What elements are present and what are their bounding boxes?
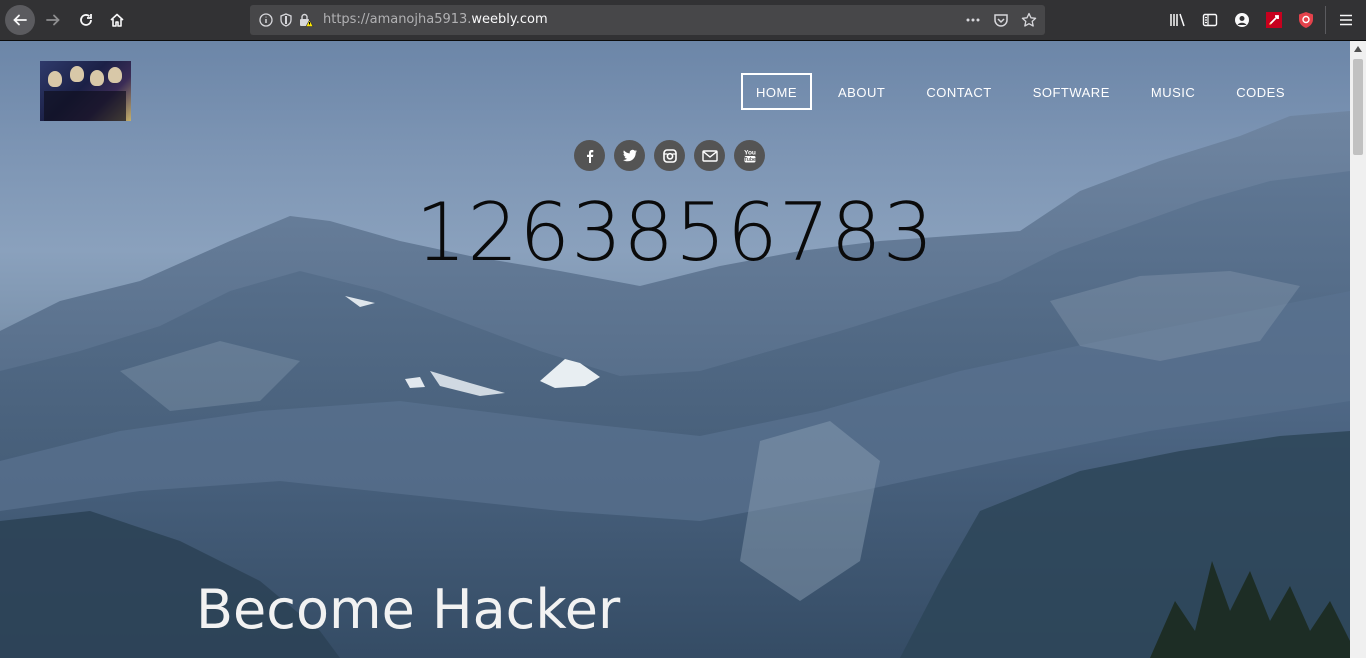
ublock-icon [1299,12,1313,28]
instagram-icon[interactable] [654,140,685,171]
mountain-background-image [0,111,1350,658]
back-button[interactable] [5,5,35,35]
info-icon[interactable] [258,12,274,28]
tracking-shield-icon[interactable] [278,12,294,28]
forward-button[interactable] [38,5,68,35]
home-button[interactable] [102,5,132,35]
page-viewport: HOME ABOUT CONTACT SOFTWARE MUSIC CODES … [0,41,1350,658]
nav-contact[interactable]: CONTACT [911,73,1006,110]
nav-music[interactable]: MUSIC [1136,73,1210,110]
nav-codes[interactable]: CODES [1221,73,1300,110]
hero-title: Become Hacker [196,578,621,641]
twitter-icon[interactable] [614,140,645,171]
svg-text:Tube: Tube [744,157,756,163]
nav-home[interactable]: HOME [741,73,813,110]
sidebar-icon [1202,13,1218,27]
menu-button[interactable] [1331,5,1361,35]
social-links: You Tube [574,140,765,171]
reload-button[interactable] [71,5,101,35]
url-bar[interactable]: https://amanojha5913.weebly.com [250,5,1045,35]
scroll-up-arrow-icon[interactable] [1350,41,1366,57]
page-scrollbar[interactable] [1350,41,1366,658]
extension-icon [1266,12,1282,28]
ublock-button[interactable] [1291,5,1321,35]
library-icon [1170,13,1185,27]
facebook-icon[interactable] [574,140,605,171]
url-prefix: https://amanojha5913. [323,12,472,27]
account-button[interactable] [1227,5,1257,35]
site-logo-photo[interactable] [40,61,131,121]
visitor-counter: 1263856783 [415,186,935,279]
site-nav: HOME ABOUT CONTACT SOFTWARE MUSIC CODES [730,73,1300,110]
reload-icon [80,14,92,26]
insecure-lock-icon[interactable] [298,12,314,28]
library-button[interactable] [1163,5,1193,35]
account-icon [1235,13,1249,27]
pocket-icon[interactable] [993,12,1009,28]
toolbar-separator [1325,6,1326,34]
browser-toolbar: https://amanojha5913.weebly.com [0,0,1366,41]
url-host: weebly.com [471,12,548,27]
youtube-icon[interactable]: You Tube [734,140,765,171]
url-text: https://amanojha5913.weebly.com [323,12,548,27]
svg-text:You: You [744,149,756,156]
page-actions-icon[interactable] [965,12,981,28]
scroll-thumb[interactable] [1353,59,1363,155]
mail-icon[interactable] [694,140,725,171]
menu-icon [1340,14,1352,26]
back-icon [13,14,27,26]
nav-about[interactable]: ABOUT [823,73,900,110]
home-icon [110,13,124,27]
bookmark-star-icon[interactable] [1021,12,1037,28]
forward-icon [46,14,60,26]
sidebar-button[interactable] [1195,5,1225,35]
nav-software[interactable]: SOFTWARE [1018,73,1125,110]
extension-button[interactable] [1259,5,1289,35]
